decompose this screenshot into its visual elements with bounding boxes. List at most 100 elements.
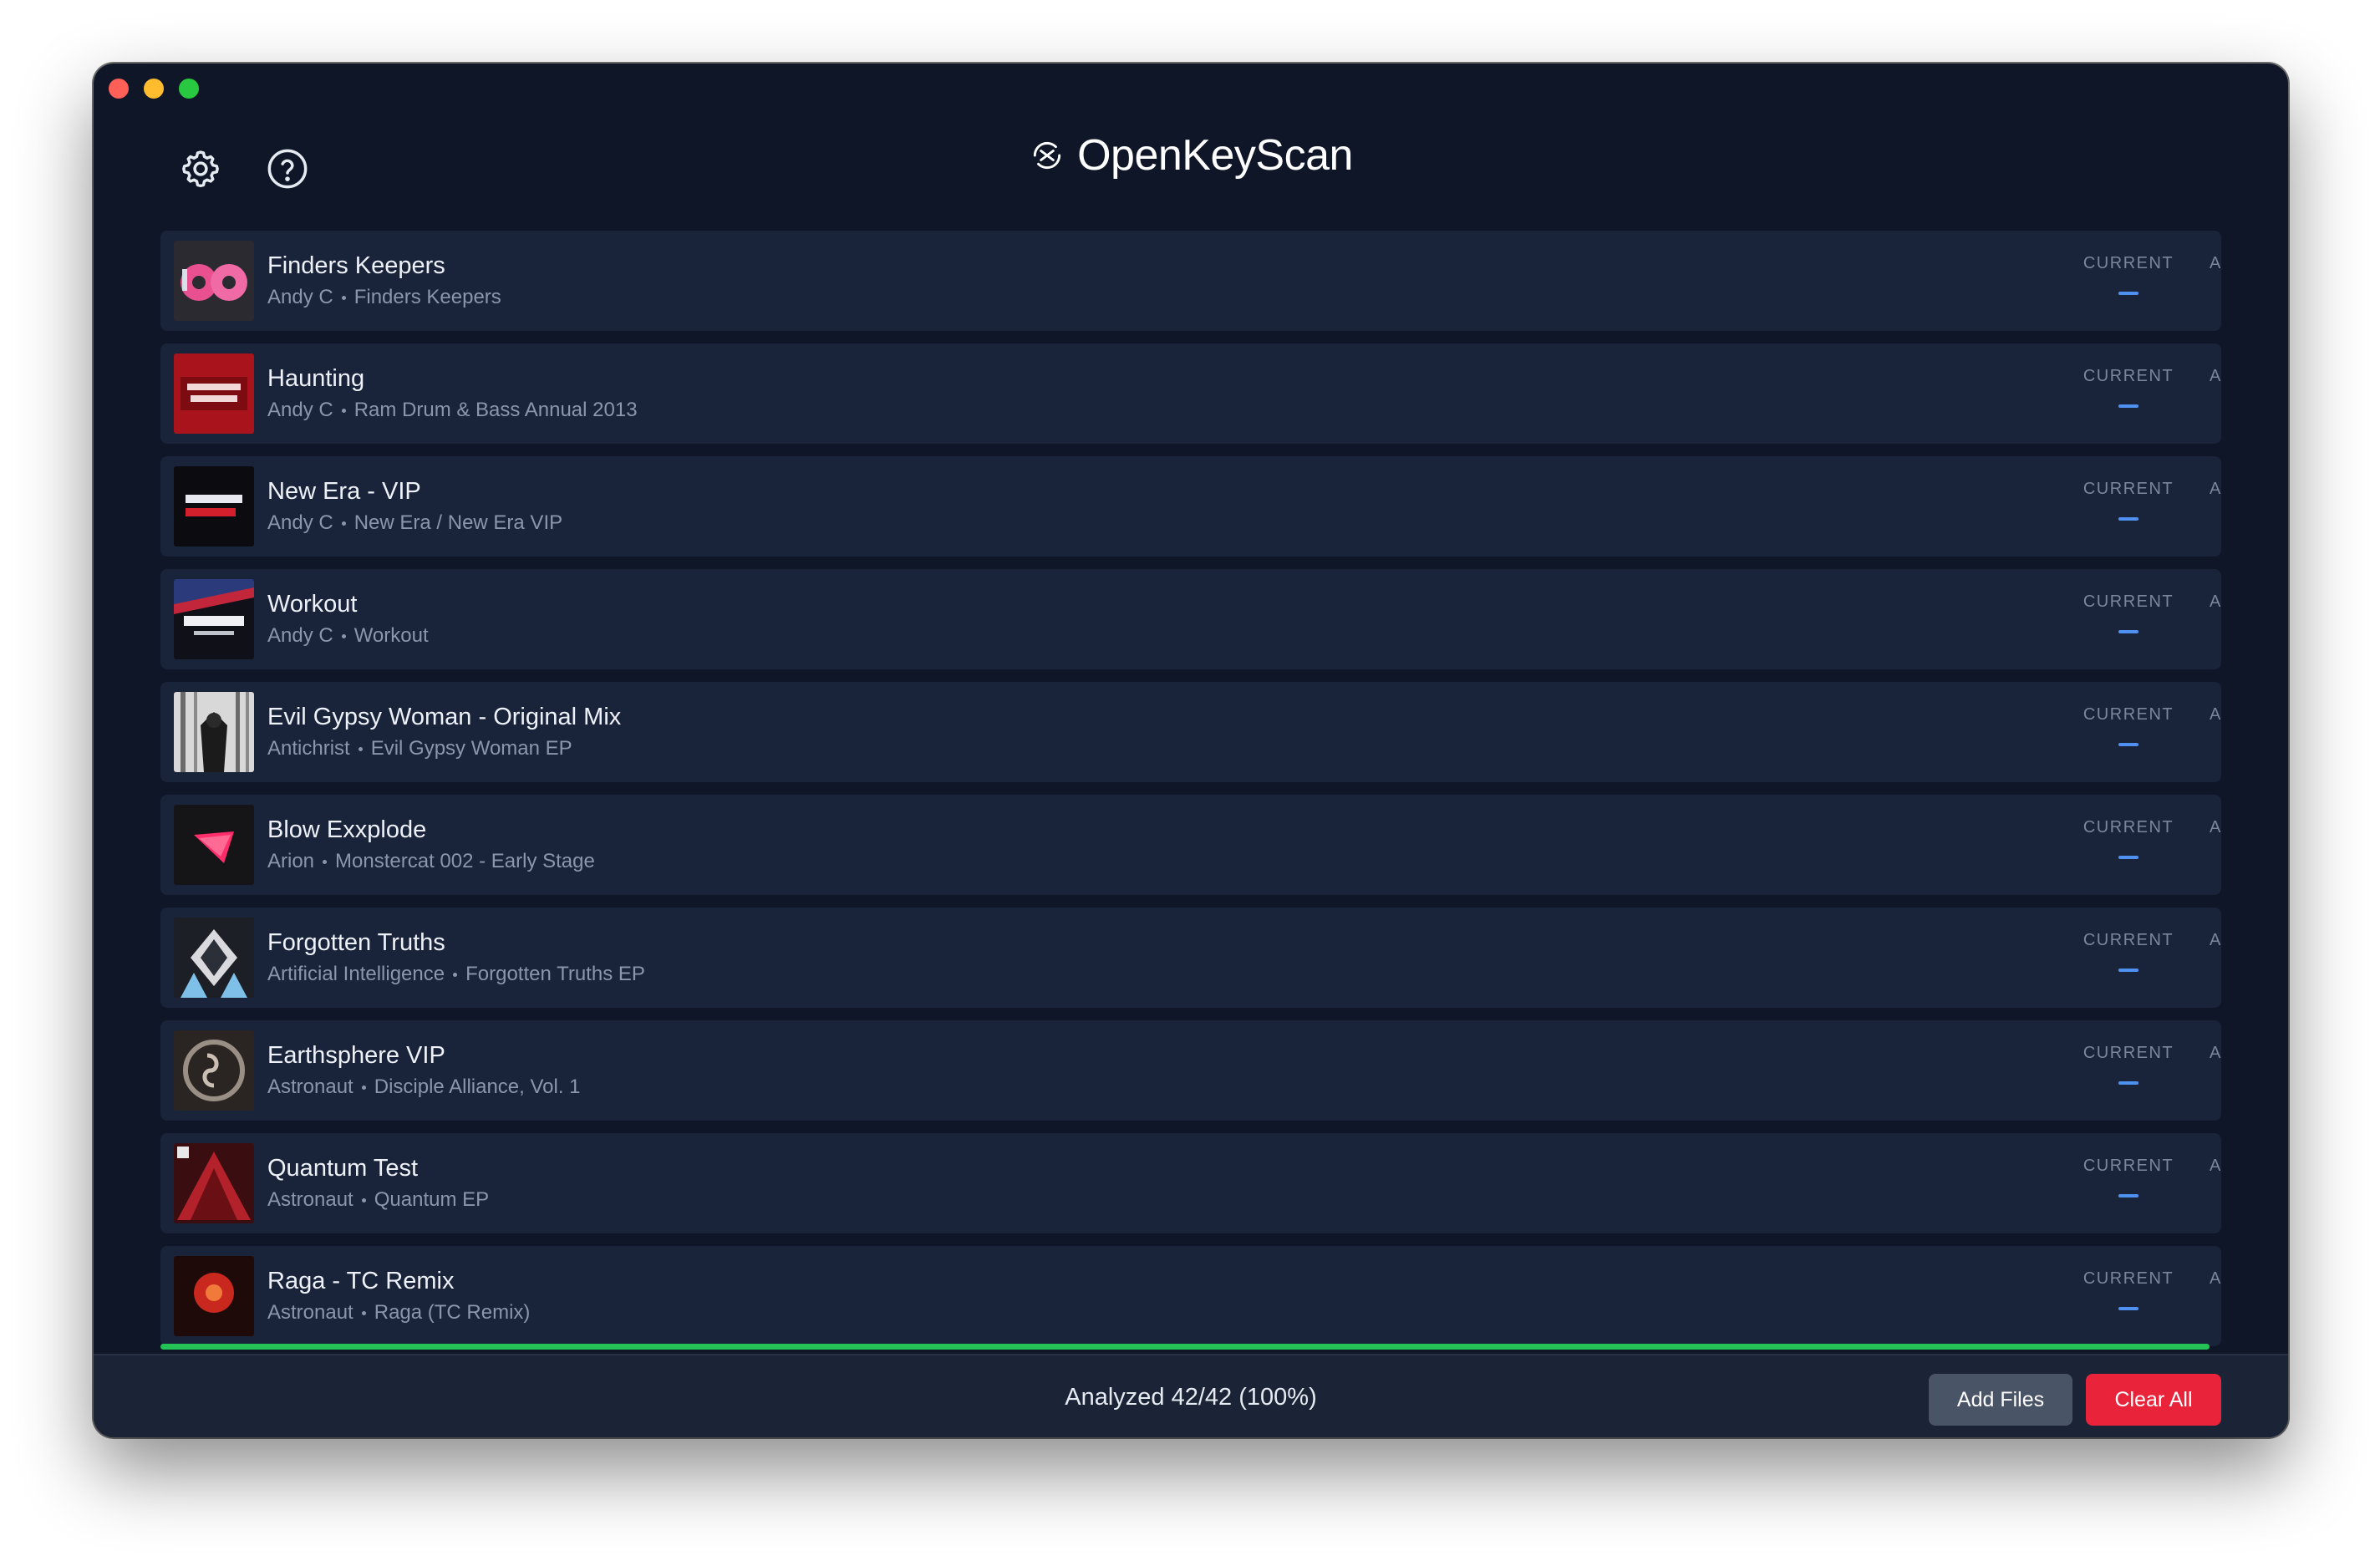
- separator-dot: [341, 633, 346, 638]
- track-artist: Antichrist: [267, 737, 350, 760]
- analyzed-key-column: ANALYZED 7m: [2199, 1157, 2221, 1210]
- separator-dot: [341, 408, 346, 413]
- track-title: Forgotten Truths: [267, 929, 445, 956]
- album-art: [174, 918, 254, 998]
- album-art: [174, 1143, 254, 1223]
- current-key-column: CURRENT: [2082, 705, 2174, 746]
- track-artist: Arion: [267, 850, 315, 872]
- current-key-column: CURRENT: [2082, 1157, 2174, 1197]
- analyzed-key-value: 9m: [2199, 506, 2221, 533]
- track-row[interactable]: Raga - TC Remix Astronaut Raga (TC Remix)…: [160, 1246, 2221, 1346]
- track-row[interactable]: Forgotten Truths Artificial Intelligence…: [160, 908, 2221, 1008]
- current-key-column: CURRENT: [2082, 818, 2174, 859]
- separator-dot: [341, 521, 346, 526]
- track-album: Forgotten Truths EP: [465, 963, 645, 985]
- current-label: CURRENT: [2082, 480, 2174, 498]
- separator-dot: [323, 859, 328, 864]
- close-window-button[interactable]: [109, 79, 129, 99]
- analyzed-label: ANALYZED: [2209, 367, 2221, 385]
- zoom-window-button[interactable]: [179, 79, 199, 99]
- footer-bar: Analyzed 42/42 (100%) Add Files Clear Al…: [94, 1354, 2288, 1437]
- separator-dot: [358, 746, 363, 751]
- track-row[interactable]: Quantum Test Astronaut Quantum EP CURRENT…: [160, 1133, 2221, 1233]
- separator-dot: [341, 295, 346, 300]
- current-key-empty-indicator: [2118, 630, 2138, 633]
- current-key-empty-indicator: [2118, 517, 2138, 521]
- current-label: CURRENT: [2082, 1044, 2174, 1062]
- analyzed-key-value: 9m: [2199, 1295, 2221, 1323]
- current-key-column: CURRENT: [2082, 1044, 2174, 1085]
- current-key-empty-indicator: [2118, 743, 2138, 746]
- track-artist: Andy C: [267, 624, 333, 647]
- track-album: Evil Gypsy Woman EP: [370, 737, 572, 760]
- album-art: [174, 466, 254, 547]
- track-artist: Artificial Intelligence: [267, 963, 445, 985]
- album-art: [174, 241, 254, 321]
- track-meta: Andy C Workout: [267, 624, 429, 648]
- track-artist: Astronaut: [267, 1075, 353, 1098]
- clear-all-button[interactable]: Clear All: [2086, 1374, 2221, 1426]
- track-title: Earthsphere VIP: [267, 1042, 445, 1069]
- current-key-column: CURRENT: [2082, 367, 2174, 408]
- track-title: Workout: [267, 591, 358, 618]
- track-meta: Astronaut Quantum EP: [267, 1188, 489, 1212]
- current-key-column: CURRENT: [2082, 931, 2174, 972]
- current-label: CURRENT: [2082, 818, 2174, 836]
- current-key-column: CURRENT: [2082, 254, 2174, 295]
- current-label: CURRENT: [2082, 254, 2174, 272]
- track-title: Quantum Test: [267, 1155, 419, 1182]
- track-meta: Andy C New Era / New Era VIP: [267, 511, 562, 535]
- analyzed-label: ANALYZED: [2209, 480, 2221, 498]
- analyzed-key-value: 4m: [2199, 280, 2221, 308]
- track-album: Workout: [353, 624, 429, 647]
- track-row[interactable]: Blow Exxplode Arion Monstercat 002 - Earl…: [160, 795, 2221, 895]
- current-key-empty-indicator: [2118, 856, 2138, 859]
- track-artist: Andy C: [267, 511, 333, 534]
- openkeyscan-logo-icon: [1033, 141, 1061, 170]
- analyzed-key-column: ANALYZED 6m: [2199, 705, 2221, 759]
- analyzed-key-column: ANALYZED 9m: [2199, 480, 2221, 533]
- track-title: Raga - TC Remix: [267, 1268, 455, 1294]
- minimize-window-button[interactable]: [144, 79, 164, 99]
- track-title: Haunting: [267, 365, 365, 392]
- track-row[interactable]: Earthsphere VIP Astronaut Disciple Allian…: [160, 1020, 2221, 1121]
- track-artist: Astronaut: [267, 1301, 353, 1324]
- app-brand: OpenKeyScan: [94, 130, 2288, 181]
- current-key-empty-indicator: [2118, 1194, 2138, 1197]
- analyzed-key-column: ANALYZED 9m: [2199, 592, 2221, 646]
- app-window: OpenKeyScan Finders Keepers Andy C Finder…: [94, 64, 2288, 1437]
- separator-dot: [361, 1197, 366, 1203]
- separator-dot: [361, 1310, 366, 1315]
- track-meta: Artificial Intelligence Forgotten Truths …: [267, 963, 645, 986]
- track-title: New Era - VIP: [267, 478, 421, 505]
- add-files-button[interactable]: Add Files: [1929, 1374, 2072, 1426]
- track-row[interactable]: Haunting Andy C Ram Drum & Bass Annual 20…: [160, 343, 2221, 444]
- analyzed-label: ANALYZED: [2209, 254, 2221, 272]
- current-label: CURRENT: [2082, 1157, 2174, 1175]
- album-art: [174, 1256, 254, 1336]
- analyzed-key-column: ANALYZED 9m: [2199, 1044, 2221, 1097]
- analyzed-key-value: 10m: [2199, 957, 2221, 984]
- track-row[interactable]: Evil Gypsy Woman - Original Mix Antichri…: [160, 682, 2221, 782]
- track-list[interactable]: Finders Keepers Andy C Finders Keepers CU…: [160, 231, 2221, 1380]
- track-meta: Astronaut Disciple Alliance, Vol. 1: [267, 1075, 581, 1099]
- track-meta: Antichrist Evil Gypsy Woman EP: [267, 737, 572, 760]
- analyzed-key-column: ANALYZED 12m: [2199, 818, 2221, 872]
- track-row[interactable]: New Era - VIP Andy C New Era / New Era VI…: [160, 456, 2221, 557]
- analyzed-key-column: ANALYZED 4m: [2199, 254, 2221, 308]
- track-row[interactable]: Finders Keepers Andy C Finders Keepers CU…: [160, 231, 2221, 331]
- track-album: Finders Keepers: [353, 286, 501, 308]
- track-title: Blow Exxplode: [267, 816, 427, 843]
- current-label: CURRENT: [2082, 367, 2174, 385]
- album-art: [174, 692, 254, 772]
- track-meta: Arion Monstercat 002 - Early Stage: [267, 850, 595, 873]
- album-art: [174, 805, 254, 885]
- current-label: CURRENT: [2082, 592, 2174, 611]
- app-title: OpenKeyScan: [1077, 131, 1353, 180]
- current-label: CURRENT: [2082, 1269, 2174, 1288]
- analyzed-key-value: 12m: [2199, 844, 2221, 872]
- album-art: [174, 353, 254, 434]
- separator-dot: [453, 972, 458, 977]
- track-row[interactable]: Workout Andy C Workout CURRENT ANALYZED 9m: [160, 569, 2221, 669]
- track-album: Monstercat 002 - Early Stage: [335, 850, 595, 872]
